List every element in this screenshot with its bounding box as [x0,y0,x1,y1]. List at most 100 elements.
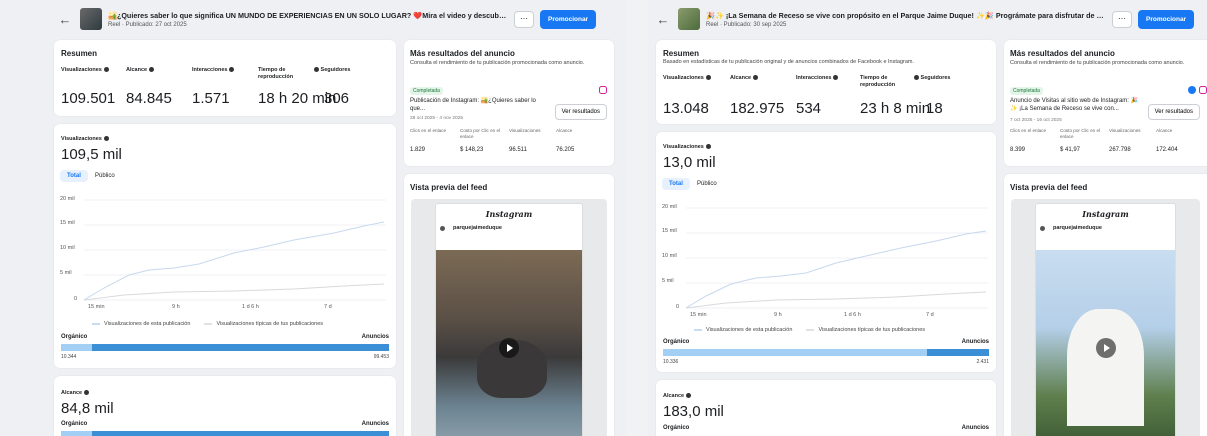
info-icon[interactable] [753,75,759,81]
view-results-button[interactable]: Ver resultados [554,104,607,120]
x-tick: 9 h [774,312,782,318]
ad-results-card: Más resultados del anuncio Consulta el r… [404,40,614,166]
y-tick: 0 [676,304,680,310]
stat-value: 172.404 [1156,147,1178,153]
y-tick: 0 [74,296,78,302]
organic-label: Orgánico [663,425,690,431]
post-subtitle: Reel · Publicado: 27 oct 2025 [108,21,187,28]
series-typical [84,283,385,301]
ads-share [92,431,389,436]
metric-interactions-value: 1.571 [192,90,230,107]
organic-share [61,431,92,436]
y-tick: 15 mil [60,220,75,226]
video-preview[interactable] [1036,250,1175,436]
back-arrow-icon[interactable]: ← [56,12,74,27]
organic-value: 10.344 [61,354,77,360]
stat-label: Costo por Clic en el enlace [460,128,501,139]
metric-followers-value: 18 [926,100,943,117]
stat-label: Alcance [556,128,573,133]
views-value: 13,0 mil [663,154,716,171]
summary-card: Resumen Basado en estadísticas de tu pub… [656,40,996,124]
account-name: parquejaimeduque [1053,225,1102,231]
stat-value: 1.829 [410,147,426,153]
stat-value: 76.205 [556,147,575,153]
reach-label: Alcance [663,393,692,399]
series-typical [686,291,987,309]
video-preview[interactable] [436,250,582,436]
x-tick: 1 d 6 h [844,312,861,318]
reach-card: Alcance 183,0 mil Orgánico Anuncios [656,380,996,436]
play-icon[interactable] [499,337,519,358]
avatar [1040,225,1045,231]
stat-label: Alcance [1156,128,1173,133]
info-icon[interactable] [314,67,319,73]
view-results-button[interactable]: Ver resultados [1147,104,1200,120]
organic-ads-bar [663,349,989,356]
ads-share [92,344,389,351]
ads-label: Anuncios [961,339,989,345]
tab-total[interactable]: Total [662,178,690,190]
info-icon[interactable] [833,75,839,81]
metric-interactions-label: Interacciones [192,67,235,74]
legend-this-post: Visualizaciones de esta publicación [92,321,191,327]
play-icon[interactable] [1095,337,1116,358]
tab-total[interactable]: Total [60,170,88,182]
tab-public[interactable]: Público [88,170,122,182]
reach-value: 183,0 mil [663,403,724,420]
info-icon[interactable] [705,144,711,150]
info-icon[interactable] [84,390,90,396]
views-label: Visualizaciones [663,144,711,150]
y-tick: 20 mil [662,204,677,210]
info-icon[interactable] [686,393,692,399]
ads-label: Anuncios [961,425,989,431]
avatar [440,225,445,231]
info-icon[interactable] [705,75,711,81]
metric-followers-label: Seguidores [312,67,350,74]
stat-label: Visualizaciones [509,128,541,133]
info-icon[interactable] [229,67,235,73]
x-tick: 15 min [88,304,105,310]
chart-legend: Visualizaciones de esta publicación Visu… [92,321,323,327]
ads-label: Anuncios [361,421,389,427]
summary-title: Resumen [61,49,98,58]
back-arrow-icon[interactable]: ← [654,12,672,27]
info-icon[interactable] [103,67,109,73]
feed-preview-card: Vista previa del feed Instagram parqueja… [1004,174,1207,436]
reach-value: 84,8 mil [61,400,114,417]
stat-value: 267.798 [1109,147,1131,153]
organic-share [61,344,92,351]
info-icon[interactable] [149,67,155,73]
series-this-post [84,221,385,301]
stat-value: $ 148,23 [460,147,484,153]
account-row: parquejaimeduque [436,219,582,237]
views-card: Visualizaciones 13,0 mil Total Público 2… [656,132,996,372]
post-thumbnail [678,8,700,30]
more-options-button[interactable]: ··· [1112,10,1132,28]
ads-value: 2.431 [976,359,989,365]
account-row: parquejaimeduque [1036,219,1175,237]
metric-reach-label: Alcance [730,75,759,82]
stat-value: 96.511 [509,147,527,153]
instagram-icon [599,86,607,94]
metric-reach-value: 182.975 [730,100,785,117]
phone-mockup: Instagram parquejaimeduque [435,203,583,436]
organic-label: Orgánico [61,421,88,427]
x-tick: 15 min [690,312,707,318]
promote-button[interactable]: Promocionar [540,9,597,29]
organic-ads-bar [61,344,389,351]
stat-label: Visualizaciones [1109,128,1141,133]
tab-public[interactable]: Público [690,178,724,190]
info-icon[interactable] [914,75,919,81]
ad-results-subtitle: Consulta el rendimiento de tu publicació… [410,60,585,66]
metric-views-value: 109.501 [61,90,116,107]
instagram-icon [1199,86,1207,94]
views-line-chart [84,199,386,301]
organic-value: 10.336 [663,359,679,365]
promote-button[interactable]: Promocionar [1138,9,1195,29]
info-icon[interactable] [103,136,109,142]
legend-typical: Visualizaciones típicas de tus publicaci… [204,321,324,327]
summary-card: Resumen Visualizaciones Alcance Interacc… [54,40,396,116]
more-options-button[interactable]: ··· [514,10,534,28]
post-thumbnail [80,8,102,30]
views-value: 109,5 mil [61,146,122,163]
